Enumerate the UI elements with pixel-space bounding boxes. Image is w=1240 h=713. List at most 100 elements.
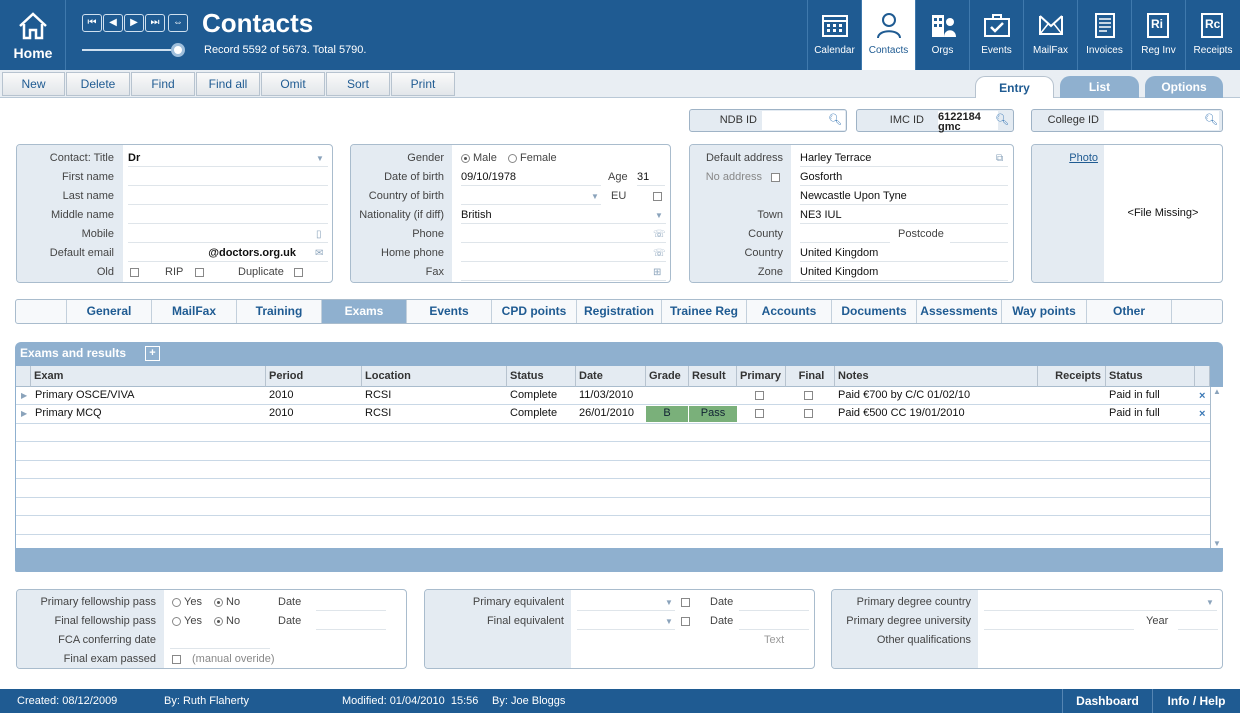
telephone-icon[interactable]: ☏ [653,229,666,240]
postcode-field[interactable] [950,227,1008,243]
primary-equivalent-checkbox[interactable] [681,598,690,607]
final-exam-passed-checkbox[interactable] [172,655,181,664]
column-header-primary[interactable]: Primary [737,366,786,387]
sort-button[interactable]: Sort [326,72,390,96]
module-invoices[interactable]: Invoices [1077,0,1131,70]
chevron-down-icon[interactable]: ▼ [591,192,599,201]
prev-record-button[interactable]: ◀ [103,14,123,32]
dashboard-button[interactable]: Dashboard [1062,689,1152,713]
chevron-down-icon[interactable]: ▼ [665,617,673,626]
county-field[interactable] [800,227,890,243]
home-phone-field[interactable] [461,246,666,262]
omit-button[interactable]: Omit [261,72,325,96]
module-contacts[interactable]: Contacts [861,0,915,70]
final-fellowship-yes-radio[interactable] [172,617,181,626]
exam-period[interactable]: 2010 [269,388,293,404]
search-icon[interactable]: 🔍︎ [1204,113,1218,126]
primary-fellowship-date[interactable] [316,595,386,611]
exam-status[interactable]: Complete [510,388,557,404]
dob-field[interactable]: 09/10/1978 [461,170,601,186]
delete-row-icon[interactable]: × [1199,407,1205,423]
column-header-grade[interactable]: Grade [646,366,689,387]
chevron-down-icon[interactable]: ▼ [655,211,663,220]
primary-fellowship-yes-radio[interactable] [172,598,181,607]
new-button[interactable]: New [2,72,65,96]
exam-period[interactable]: 2010 [269,406,293,422]
exam-name[interactable]: Primary MCQ [35,406,102,422]
college-id-field[interactable]: College ID 🔍︎ [1031,109,1223,132]
address-line-2[interactable]: Gosforth [800,170,1008,186]
middle-name-field[interactable] [128,208,328,224]
phone-icon[interactable]: ▯ [316,229,322,240]
tab-entry[interactable]: Entry [975,76,1054,98]
final-equivalent-select[interactable] [577,614,675,630]
fax-icon[interactable]: ⊞ [653,267,661,278]
final-equivalent-checkbox[interactable] [681,617,690,626]
final-equivalent-date[interactable] [739,614,809,630]
fca-date-field[interactable] [170,633,270,649]
module-receipts[interactable]: Rc Receipts [1185,0,1240,70]
last-name-field[interactable] [128,189,328,205]
gender-male-radio[interactable] [461,154,470,163]
exam-location[interactable]: RCSI [365,388,391,404]
fax-field[interactable] [461,265,666,281]
tab-events[interactable]: Events [407,300,492,323]
primary-equivalent-date[interactable] [739,595,809,611]
tab-general[interactable]: General [67,300,152,323]
add-exam-button[interactable]: + [145,346,160,361]
column-header-exam[interactable]: Exam [31,366,266,387]
tab-options[interactable]: Options [1145,76,1223,98]
rip-checkbox[interactable] [195,268,204,277]
tab-way-points[interactable]: Way points [1002,300,1087,323]
country-field[interactable]: United Kingdom [800,246,1008,262]
column-header-location[interactable]: Location [362,366,507,387]
email-field[interactable]: @doctors.org.uk [128,246,328,262]
exam-date[interactable]: 26/01/2010 [579,406,634,422]
record-slider-knob[interactable] [171,43,185,57]
find-all-button[interactable]: Find all [196,72,260,96]
home-button[interactable]: Home [0,0,66,70]
exams-scrollbar[interactable]: ▲ ▼ [1210,387,1223,548]
row-expand-icon[interactable]: ▶ [21,406,27,422]
mobile-field[interactable] [128,227,328,243]
tab-exams[interactable]: Exams [322,300,407,323]
column-header-pay-status[interactable]: Status [1106,366,1195,387]
final-fellowship-no-radio[interactable] [214,617,223,626]
photo-link[interactable]: Photo [1032,151,1098,166]
imc-id-input[interactable]: 6122184 gmc [938,111,998,133]
column-header-notes[interactable]: Notes [835,366,1038,387]
chevron-down-icon[interactable]: ▼ [1206,598,1214,607]
primary-equivalent-select[interactable] [577,595,675,611]
column-header-result[interactable]: Result [689,366,737,387]
primary-fellowship-no-radio[interactable] [214,598,223,607]
no-address-checkbox[interactable] [771,173,780,182]
delete-row-icon[interactable]: × [1199,389,1205,405]
telephone-icon[interactable]: ☏ [653,248,666,259]
mail-icon[interactable]: ✉ [315,248,323,259]
final-checkbox[interactable] [804,391,813,400]
degree-university-field[interactable] [984,614,1134,630]
imc-id-field[interactable]: IMC ID 6122184 gmc 🔍︎ [856,109,1014,133]
exam-notes[interactable]: Paid €700 by C/C 01/02/10 [838,388,970,404]
column-header-period[interactable]: Period [266,366,362,387]
find-button[interactable]: Find [131,72,195,96]
column-header-receipts[interactable]: Receipts [1038,366,1106,387]
exam-date[interactable]: 11/03/2010 [579,388,633,404]
exam-location[interactable]: RCSI [365,406,391,422]
title-select[interactable]: Dr [128,151,328,167]
degree-country-select[interactable] [984,595,1217,611]
final-checkbox[interactable] [804,409,813,418]
exam-pay-status[interactable]: Paid in full [1109,388,1160,404]
print-button[interactable]: Print [391,72,455,96]
phone-field[interactable] [461,227,666,243]
tab-trainee-reg[interactable]: Trainee Reg [662,300,747,323]
first-name-field[interactable] [128,170,328,186]
first-record-button[interactable]: ⏮ [82,14,102,32]
address-line-1[interactable]: Harley Terrace [800,151,1008,167]
last-record-button[interactable]: ⏭ [145,14,165,32]
town-field[interactable]: NE3 IUL [800,208,1008,224]
exam-name[interactable]: Primary OSCE/VIVA [35,388,134,404]
old-checkbox[interactable] [130,268,139,277]
zone-field[interactable]: United Kingdom [800,265,1008,281]
tab-cpd-points[interactable]: CPD points [492,300,577,323]
